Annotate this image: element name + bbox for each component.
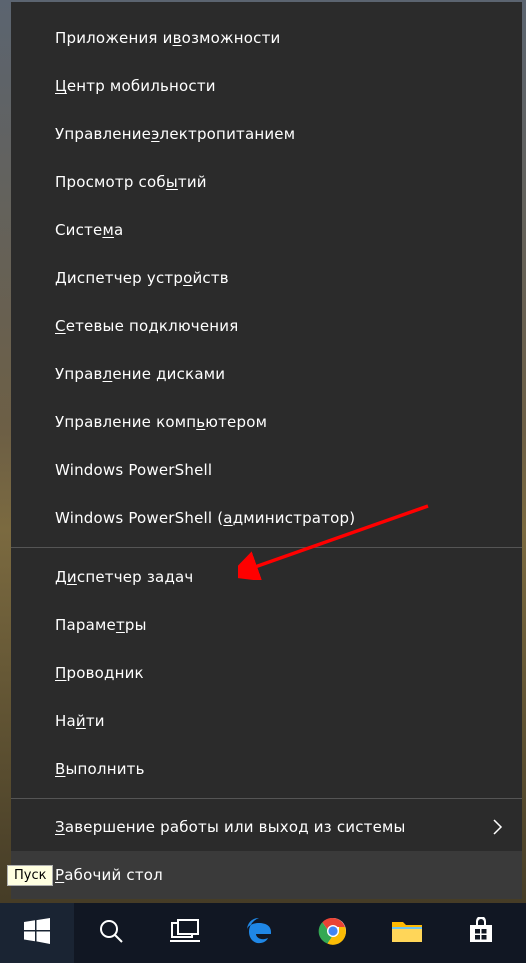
winx-menu: Приложения и возможности Центр мобильнос… bbox=[11, 2, 522, 899]
windows-logo-icon bbox=[24, 918, 50, 948]
menu-item-settings[interactable]: Параметры bbox=[11, 601, 522, 649]
menu-item-powershell-admin[interactable]: Windows PowerShell (администратор) bbox=[11, 494, 522, 542]
menu-item-search[interactable]: Найти bbox=[11, 697, 522, 745]
taskbar-chrome-button[interactable] bbox=[296, 903, 370, 963]
menu-item-device-manager[interactable]: Диспетчер устройств bbox=[11, 254, 522, 302]
menu-item-desktop[interactable]: Рабочий стол bbox=[11, 851, 522, 899]
menu-item-mobility-center[interactable]: Центр мобильности bbox=[11, 62, 522, 110]
store-icon bbox=[467, 917, 495, 949]
menu-item-event-viewer[interactable]: Просмотр событий bbox=[11, 158, 522, 206]
menu-item-run[interactable]: Выполнить bbox=[11, 745, 522, 793]
menu-item-computer-management[interactable]: Управление компьютером bbox=[11, 398, 522, 446]
menu-item-powershell[interactable]: Windows PowerShell bbox=[11, 446, 522, 494]
menu-separator bbox=[11, 798, 522, 799]
menu-item-system[interactable]: Система bbox=[11, 206, 522, 254]
menu-item-network-connections[interactable]: Сетевые подключения bbox=[11, 302, 522, 350]
menu-item-file-explorer[interactable]: Проводник bbox=[11, 649, 522, 697]
taskbar-search-button[interactable] bbox=[74, 903, 148, 963]
taskbar-store-button[interactable] bbox=[444, 903, 518, 963]
edge-icon bbox=[244, 916, 274, 950]
taskbar-explorer-button[interactable] bbox=[370, 903, 444, 963]
taskbar-edge-button[interactable] bbox=[222, 903, 296, 963]
menu-item-shutdown-signout[interactable]: Завершение работы или выход из системы bbox=[11, 803, 522, 851]
taskbar-task-view-button[interactable] bbox=[148, 903, 222, 963]
search-icon bbox=[98, 918, 124, 948]
menu-item-apps-features[interactable]: Приложения и возможности bbox=[11, 14, 522, 62]
menu-separator bbox=[11, 547, 522, 548]
chrome-icon bbox=[318, 916, 348, 950]
menu-item-label: Приложения и bbox=[55, 14, 173, 62]
menu-item-power-options[interactable]: Управление электропитанием bbox=[11, 110, 522, 158]
chevron-right-icon bbox=[492, 819, 504, 835]
menu-item-task-manager[interactable]: Диспетчер задач bbox=[11, 553, 522, 601]
folder-icon bbox=[391, 918, 423, 948]
taskbar bbox=[0, 903, 526, 963]
menu-item-disk-management[interactable]: Управление дисками bbox=[11, 350, 522, 398]
task-view-icon bbox=[170, 919, 200, 947]
taskbar-start-button[interactable] bbox=[0, 903, 74, 963]
start-tooltip: Пуск bbox=[7, 865, 53, 886]
